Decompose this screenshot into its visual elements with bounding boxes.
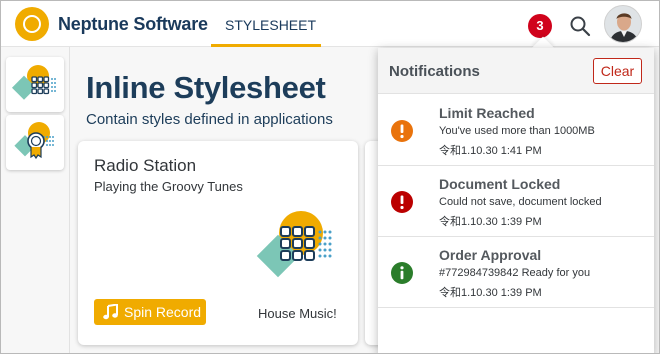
notification-description: #772984739842 Ready for you xyxy=(439,267,591,279)
notification-timestamp: 令和1.10.30 1:39 PM xyxy=(439,287,542,299)
radio-station-card: Radio Station Playing the Groovy Tunes S… xyxy=(78,141,358,345)
app-window: Neptune Software STYLESHEET 3 Inline Sty… xyxy=(0,0,660,354)
shell-bar: Neptune Software STYLESHEET 3 xyxy=(1,1,659,47)
notification-title: Document Locked xyxy=(439,176,561,192)
notification-timestamp: 令和1.10.30 1:41 PM xyxy=(439,145,542,157)
neptune-logo-icon[interactable] xyxy=(15,7,49,41)
music-note-icon xyxy=(103,304,118,320)
notification-item[interactable]: Limit Reached You've used more than 1000… xyxy=(378,95,654,166)
warning-icon xyxy=(391,120,413,142)
grid-app-illustration-icon xyxy=(256,211,332,278)
card-title: Radio Station xyxy=(94,156,197,175)
user-photo-icon xyxy=(605,6,641,42)
rail-divider xyxy=(69,47,70,353)
notification-timestamp: 令和1.10.30 1:39 PM xyxy=(439,216,542,228)
page-title: Inline Stylesheet xyxy=(86,70,326,105)
notification-badge[interactable]: 3 xyxy=(528,14,552,38)
page-subtitle: Contain styles defined in applications xyxy=(86,111,333,128)
grid-app-icon xyxy=(11,65,56,100)
notification-title: Limit Reached xyxy=(439,105,535,121)
brand-name: Neptune Software xyxy=(58,14,208,34)
badge-award-icon xyxy=(14,122,54,160)
card-subtitle: Playing the Groovy Tunes xyxy=(94,179,243,194)
notification-description: Could not save, document locked xyxy=(439,196,602,208)
search-icon[interactable] xyxy=(569,15,591,37)
rail-item-apps[interactable] xyxy=(6,57,64,112)
error-icon xyxy=(391,191,413,213)
card-footer-text: House Music! xyxy=(258,306,337,321)
notification-description: You've used more than 1000MB xyxy=(439,125,595,137)
popover-title: Notifications xyxy=(389,63,480,80)
spin-record-label: Spin Record xyxy=(124,304,202,320)
rail-item-awards[interactable] xyxy=(6,115,64,170)
avatar[interactable] xyxy=(604,5,642,43)
clear-button[interactable]: Clear xyxy=(593,58,642,84)
spin-record-button[interactable]: Spin Record xyxy=(94,299,206,325)
popover-header: Notifications Clear xyxy=(378,48,654,94)
tab-stylesheet-label: STYLESHEET xyxy=(225,17,317,33)
info-icon xyxy=(391,262,413,284)
tab-stylesheet[interactable]: STYLESHEET xyxy=(211,1,321,47)
notification-title: Order Approval xyxy=(439,247,542,263)
notification-item[interactable]: Order Approval #772984739842 Ready for y… xyxy=(378,237,654,308)
notification-item[interactable]: Document Locked Could not save, document… xyxy=(378,166,654,237)
notifications-popover: Notifications Clear Limit Reached You've… xyxy=(378,48,654,353)
